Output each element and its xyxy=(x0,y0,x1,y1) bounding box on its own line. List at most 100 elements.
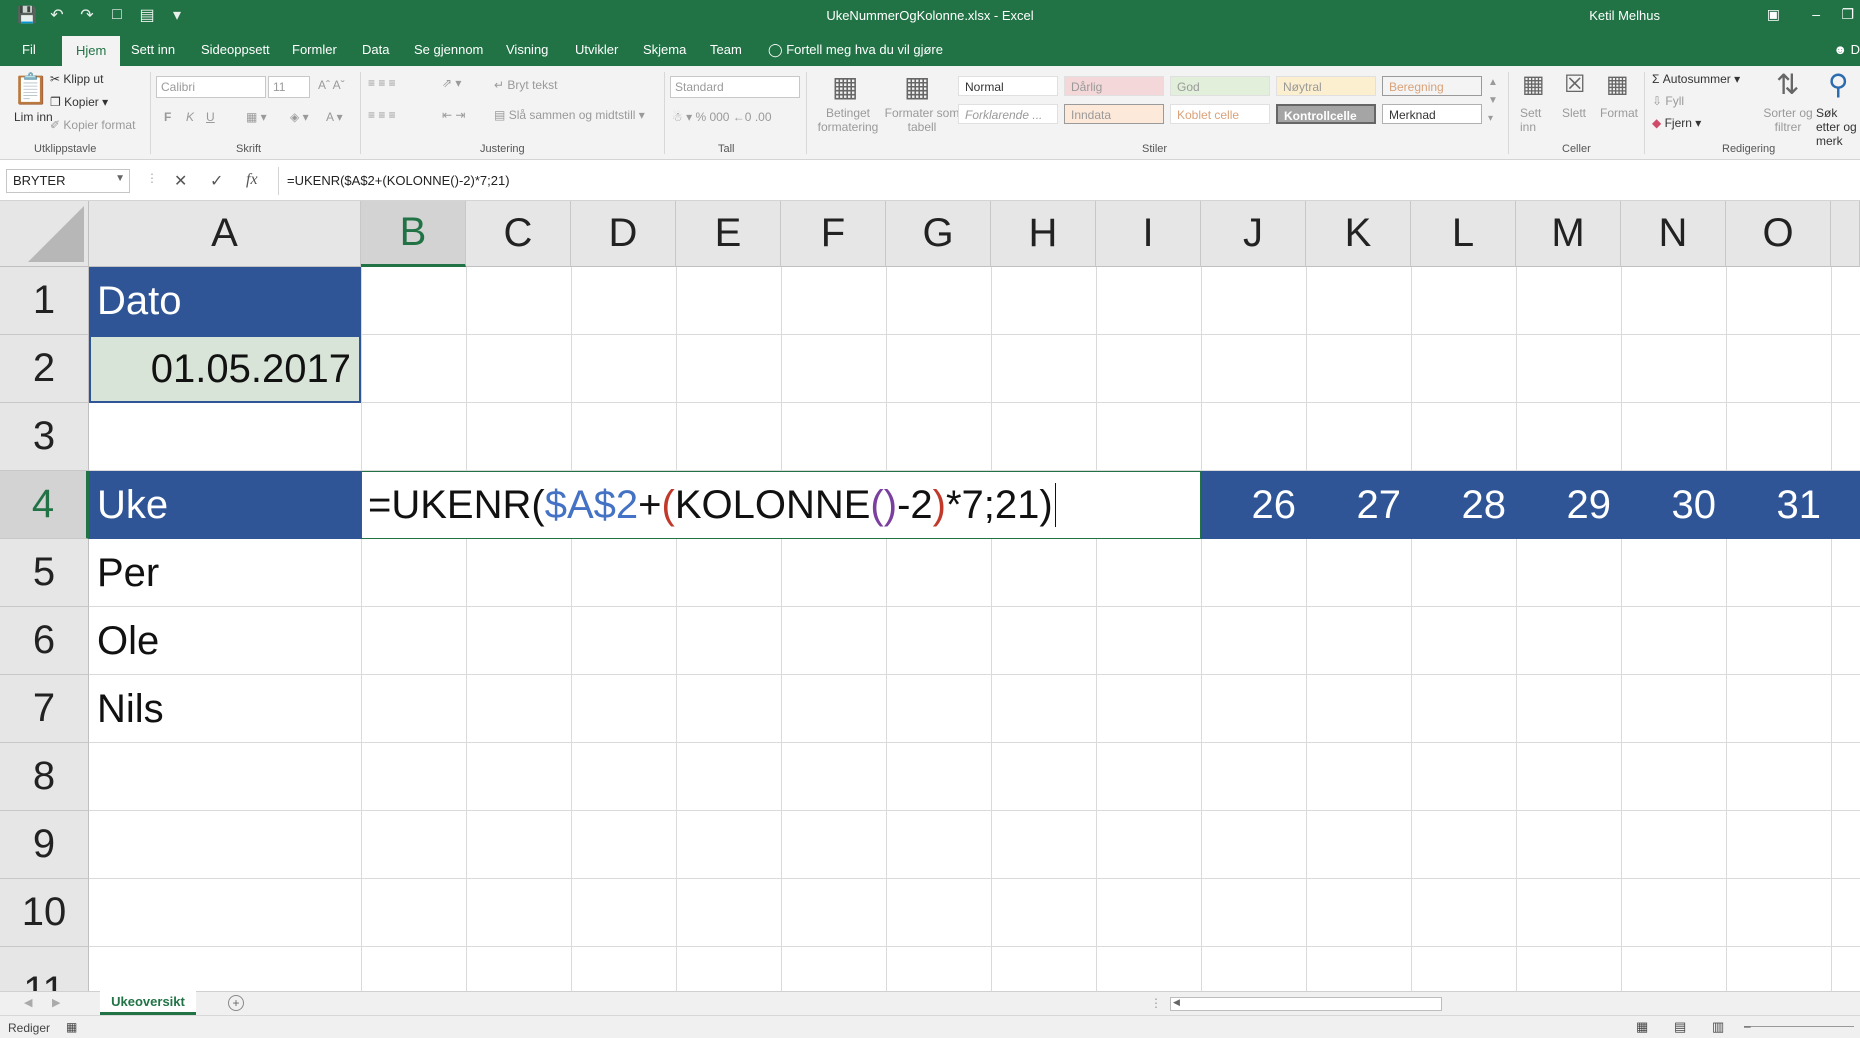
style-darlig[interactable]: Dårlig xyxy=(1064,76,1164,96)
column-header-partial[interactable] xyxy=(1831,201,1860,267)
tab-utvikler[interactable]: Utvikler xyxy=(575,42,618,57)
style-inndata[interactable]: Inndata xyxy=(1064,104,1164,124)
horizontal-scrollbar[interactable]: ◀ xyxy=(1170,997,1442,1011)
scroll-left-icon[interactable]: ◀ xyxy=(1173,997,1180,1008)
zoom-slider[interactable] xyxy=(1744,1026,1854,1027)
style-beregning[interactable]: Beregning xyxy=(1382,76,1482,96)
styles-scroll-icon[interactable]: ▲ ▼ ▾ xyxy=(1488,74,1498,128)
style-forklarende[interactable]: Forklarende ... xyxy=(958,104,1058,124)
underline-button[interactable]: U xyxy=(206,110,215,124)
cell-o4[interactable]: 31 xyxy=(1726,471,1831,539)
format-as-table-button[interactable]: Formater som tabell xyxy=(884,106,960,134)
delete-cells-icon[interactable]: ☒ xyxy=(1564,70,1586,99)
name-box[interactable]: BRYTER ▼ xyxy=(6,169,130,193)
cell-n4[interactable]: 30 xyxy=(1621,471,1726,539)
wrap-text-button[interactable]: ↵ Bryt tekst xyxy=(494,78,557,92)
insert-cells-icon[interactable]: ▦ xyxy=(1522,70,1545,99)
column-header-m[interactable]: M xyxy=(1516,201,1621,267)
row-header-3[interactable]: 3 xyxy=(0,403,89,471)
cancel-icon[interactable]: ✕ xyxy=(174,171,187,191)
style-merknad[interactable]: Merknad xyxy=(1382,104,1482,124)
sheet-nav-left-icon[interactable]: ◀ xyxy=(24,996,32,1009)
row-header-8[interactable]: 8 xyxy=(0,743,89,811)
sheet-nav-right-icon[interactable]: ▶ xyxy=(52,996,60,1009)
conditional-format-button[interactable]: Betinget formatering xyxy=(810,106,886,134)
tab-hjem[interactable]: Hjem xyxy=(62,36,121,66)
tab-data[interactable]: Data xyxy=(362,42,389,57)
restore-icon[interactable]: ❐ xyxy=(1841,6,1854,23)
select-all-corner[interactable] xyxy=(0,201,89,267)
font-grow-shrink-icon[interactable]: Aˆ Aˇ xyxy=(318,78,345,92)
row-header-7[interactable]: 7 xyxy=(0,675,89,743)
tab-sett-inn[interactable]: Sett inn xyxy=(131,42,175,57)
share-icon[interactable]: ☻ D xyxy=(1833,42,1860,57)
cell-a7[interactable]: Nils xyxy=(89,675,361,743)
sort-filter-icon[interactable]: ⇅ xyxy=(1776,68,1799,101)
column-header-b[interactable]: B xyxy=(361,201,466,267)
page-break-view-icon[interactable]: ▥ xyxy=(1712,1019,1724,1035)
format-table-icon[interactable]: ▦ xyxy=(904,70,930,103)
style-kontrollcelle[interactable]: Kontrollcelle xyxy=(1276,104,1376,124)
column-header-g[interactable]: G xyxy=(886,201,991,267)
bold-button[interactable]: F xyxy=(164,110,171,124)
ribbon-display-icon[interactable]: ▣ xyxy=(1767,6,1780,23)
fill-button[interactable]: ⇩ Fyll xyxy=(1652,94,1684,108)
zoom-out-icon[interactable]: – xyxy=(1744,1019,1751,1033)
format-cells-icon[interactable]: ▦ xyxy=(1606,70,1629,99)
tab-skjema[interactable]: Skjema xyxy=(643,42,686,57)
style-noytral[interactable]: Nøytral xyxy=(1276,76,1376,96)
font-size-select[interactable]: 11 xyxy=(268,76,310,98)
cell-m4[interactable]: 29 xyxy=(1516,471,1621,539)
cell-j4[interactable]: 26 xyxy=(1201,471,1306,539)
format-painter-button[interactable]: ✐ Kopier format xyxy=(50,118,135,132)
row-header-10[interactable]: 10 xyxy=(0,879,89,947)
copy-button[interactable]: ❐ Kopier ▾ xyxy=(50,95,108,109)
formula-input[interactable]: =UKENR($A$2+(KOLONNE()-2)*7;21) xyxy=(278,167,1858,195)
tab-sideoppsett[interactable]: Sideoppsett xyxy=(201,42,270,57)
clear-button[interactable]: ◆ Fjern ▾ xyxy=(1652,116,1701,130)
autosum-button[interactable]: Σ Autosummer ▾ xyxy=(1652,72,1740,86)
cell-k4[interactable]: 27 xyxy=(1306,471,1411,539)
normal-view-icon[interactable]: ▦ xyxy=(1636,1019,1648,1035)
delete-cells-button[interactable]: Slett xyxy=(1562,106,1586,120)
format-cells-button[interactable]: Format xyxy=(1600,106,1638,120)
cut-button[interactable]: ✂ Klipp ut xyxy=(50,72,103,86)
orientation-icon[interactable]: ⇗ ▾ xyxy=(442,76,461,90)
user-name[interactable]: Ketil Melhus xyxy=(1589,8,1660,23)
cell-b4-editor[interactable]: =UKENR($A$2 +(KOLONNE() -2) *7;21) xyxy=(361,471,1201,539)
row-header-1[interactable]: 1 xyxy=(0,267,89,335)
tell-me-box[interactable]: ◯ Fortell meg hva du vil gjøre xyxy=(768,42,943,58)
column-header-d[interactable]: D xyxy=(571,201,676,267)
insert-cells-button[interactable]: Sett inn xyxy=(1520,106,1550,134)
paste-button[interactable]: Lim inn xyxy=(14,110,53,124)
add-sheet-icon[interactable]: + xyxy=(228,995,244,1011)
number-format-icons[interactable]: ☃ ▾ % 000 ←0 .00 xyxy=(672,110,772,124)
font-name-select[interactable]: Calibri xyxy=(156,76,266,98)
tab-se-gjennom[interactable]: Se gjennom xyxy=(414,42,483,57)
border-icon[interactable]: ▦ ▾ xyxy=(246,110,267,124)
cell-a5[interactable]: Per xyxy=(89,539,361,607)
column-header-f[interactable]: F xyxy=(781,201,886,267)
cell-a4[interactable]: Uke xyxy=(89,471,361,539)
tab-split-grip-icon[interactable]: ⋮ xyxy=(1150,996,1162,1010)
cell-l4[interactable]: 28 xyxy=(1411,471,1516,539)
row-header-9[interactable]: 9 xyxy=(0,811,89,879)
column-header-l[interactable]: L xyxy=(1411,201,1516,267)
sort-filter-button[interactable]: Sorter og filtrer xyxy=(1760,106,1816,134)
cell-a6[interactable]: Ole xyxy=(89,607,361,675)
fill-color-icon[interactable]: ◈ ▾ xyxy=(290,110,309,124)
align-left-icon[interactable]: ≡ ≡ ≡ xyxy=(368,108,396,122)
find-select-icon[interactable]: ⚲ xyxy=(1828,68,1849,101)
page-layout-view-icon[interactable]: ▤ xyxy=(1674,1019,1686,1035)
chevron-down-icon[interactable]: ▼ xyxy=(115,173,125,184)
column-header-k[interactable]: K xyxy=(1306,201,1411,267)
column-header-h[interactable]: H xyxy=(991,201,1096,267)
column-header-o[interactable]: O xyxy=(1726,201,1831,267)
column-header-a[interactable]: A xyxy=(89,201,361,267)
cell-a1[interactable]: Dato xyxy=(89,267,361,335)
tab-formler[interactable]: Formler xyxy=(292,42,337,57)
align-top-icon[interactable]: ≡ ≡ ≡ xyxy=(368,76,396,90)
row-header-2[interactable]: 2 xyxy=(0,335,89,403)
style-koblet-celle[interactable]: Koblet celle xyxy=(1170,104,1270,124)
cell-a2[interactable]: 01.05.2017 xyxy=(89,335,361,403)
